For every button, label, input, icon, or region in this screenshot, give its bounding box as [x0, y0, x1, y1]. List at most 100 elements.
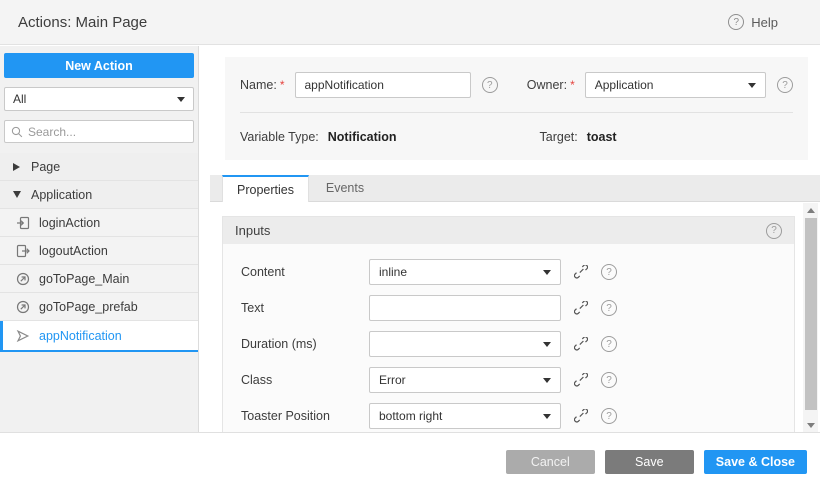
save-and-close-button[interactable]: Save & Close [704, 450, 807, 474]
chevron-down-icon [543, 414, 551, 419]
properties-panel: Inputs ? Content inline ? Text [210, 203, 820, 432]
search-box [4, 120, 194, 143]
content-dropdown[interactable]: inline [369, 259, 561, 285]
chevron-down-icon [543, 342, 551, 347]
name-label: Name: [240, 78, 277, 92]
inputs-section-header: Inputs ? [223, 217, 794, 244]
tree-item-label: goToPage_Main [39, 272, 129, 286]
dialog-header: Actions: Main Page ? Help [0, 0, 820, 45]
field-label: Class [241, 373, 369, 387]
help-icon: ? [728, 14, 744, 30]
field-row-content: Content inline ? [241, 259, 794, 285]
sidebar-item-appnotification[interactable]: appNotification [0, 321, 198, 352]
field-help-icon[interactable]: ? [601, 336, 617, 352]
name-help-icon[interactable]: ? [482, 77, 498, 93]
target-label: Target: [540, 130, 578, 144]
filter-dropdown[interactable]: All [4, 87, 194, 111]
sidebar-item-application[interactable]: Application [0, 181, 198, 209]
tree-item-label: loginAction [39, 216, 100, 230]
chevron-down-icon [177, 97, 185, 102]
cancel-button[interactable]: Cancel [506, 450, 595, 474]
save-button[interactable]: Save [605, 450, 694, 474]
chevron-down-icon [543, 378, 551, 383]
field-label: Content [241, 265, 369, 279]
sidebar-item-page[interactable]: Page [0, 153, 198, 181]
duration-dropdown[interactable] [369, 331, 561, 357]
field-help-icon[interactable]: ? [601, 264, 617, 280]
field-row-toaster-position: Toaster Position bottom right ? [241, 403, 794, 429]
bind-variable-icon[interactable] [574, 409, 588, 423]
field-label: Text [241, 301, 369, 315]
dialog-footer: Cancel Save Save & Close [0, 432, 820, 491]
tree-item-label: goToPage_prefab [39, 300, 138, 314]
bind-variable-icon[interactable] [574, 301, 588, 315]
toaster-position-value: bottom right [379, 409, 442, 423]
sidebar-item-logoutaction[interactable]: logoutAction [0, 237, 198, 265]
owner-dropdown[interactable]: Application [585, 72, 766, 98]
scrollbar-thumb[interactable] [805, 218, 817, 410]
goto-page-icon [16, 300, 30, 314]
vertical-scrollbar[interactable] [803, 203, 818, 432]
search-icon [11, 126, 23, 138]
required-asterisk: * [280, 78, 285, 92]
actions-tree: Page Application loginAction logoutActio… [0, 153, 198, 352]
inputs-section: Inputs ? Content inline ? Text [222, 216, 795, 432]
help-button[interactable]: ? Help [728, 14, 778, 30]
tab-bar: Properties Events [210, 175, 820, 202]
target-value: toast [587, 130, 617, 144]
actions-dialog: Actions: Main Page ? Help New Action All… [0, 0, 820, 491]
sidebar-item-gotopage-main[interactable]: goToPage_Main [0, 265, 198, 293]
goto-page-icon [16, 272, 30, 286]
variable-type-label: Variable Type: [240, 130, 319, 144]
name-input[interactable] [295, 72, 471, 98]
text-input[interactable] [369, 295, 561, 321]
tree-item-label: appNotification [39, 329, 122, 343]
field-help-icon[interactable]: ? [601, 300, 617, 316]
chevron-right-icon [13, 163, 20, 171]
field-help-icon[interactable]: ? [601, 408, 617, 424]
filter-value: All [13, 92, 26, 106]
tab-properties[interactable]: Properties [222, 175, 309, 202]
tree-item-label: Application [31, 188, 92, 202]
action-details-card: Name:* ? Owner:* Application ? Variable … [225, 57, 808, 160]
search-input[interactable] [28, 125, 187, 139]
chevron-down-icon [748, 83, 756, 88]
owner-label: Owner: [527, 78, 567, 92]
sidebar-item-gotopage-prefab[interactable]: goToPage_prefab [0, 293, 198, 321]
field-help-icon[interactable]: ? [601, 372, 617, 388]
chevron-down-icon [13, 191, 21, 198]
inputs-section-title: Inputs [235, 223, 270, 238]
required-asterisk: * [570, 78, 575, 92]
field-row-class: Class Error ? [241, 367, 794, 393]
login-icon [16, 216, 30, 230]
sidebar-item-loginaction[interactable]: loginAction [0, 209, 198, 237]
bind-variable-icon[interactable] [574, 373, 588, 387]
new-action-button[interactable]: New Action [4, 53, 194, 78]
owner-help-icon[interactable]: ? [777, 77, 793, 93]
page-title: Actions: Main Page [0, 14, 147, 31]
tab-events[interactable]: Events [309, 175, 381, 201]
variable-type-value: Notification [328, 130, 397, 144]
notification-icon [16, 329, 30, 343]
tree-item-label: Page [31, 160, 60, 174]
field-label: Duration (ms) [241, 337, 369, 351]
logout-icon [16, 244, 30, 258]
field-label: Toaster Position [241, 409, 369, 423]
bind-variable-icon[interactable] [574, 265, 588, 279]
field-row-duration: Duration (ms) ? [241, 331, 794, 357]
owner-value: Application [595, 78, 654, 92]
help-label: Help [751, 15, 778, 30]
class-value: Error [379, 373, 406, 387]
tree-item-label: logoutAction [39, 244, 108, 258]
inputs-help-icon[interactable]: ? [766, 223, 782, 239]
field-row-text: Text ? [241, 295, 794, 321]
actions-sidebar: New Action All Page Application loginAct… [0, 46, 199, 432]
toaster-position-dropdown[interactable]: bottom right [369, 403, 561, 429]
scroll-down-arrow-icon[interactable] [803, 418, 818, 432]
card-divider [240, 112, 793, 113]
class-dropdown[interactable]: Error [369, 367, 561, 393]
content-value: inline [379, 265, 407, 279]
scroll-up-arrow-icon[interactable] [803, 203, 818, 217]
bind-variable-icon[interactable] [574, 337, 588, 351]
chevron-down-icon [543, 270, 551, 275]
